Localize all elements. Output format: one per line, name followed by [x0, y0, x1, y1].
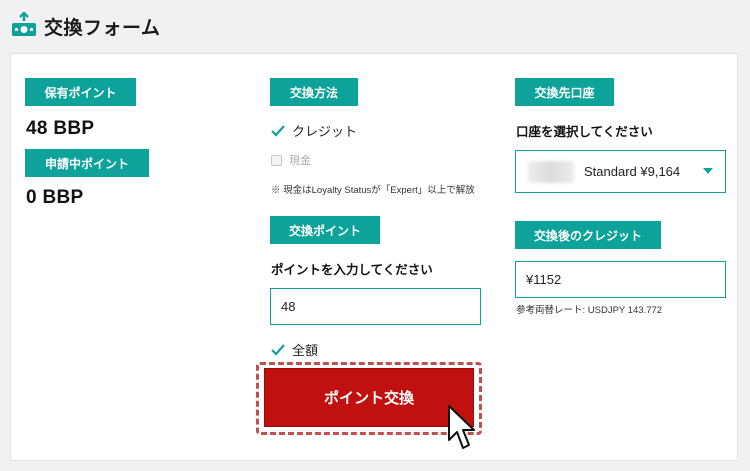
page-header: 交換フォーム: [10, 8, 160, 44]
checkmark-icon: [271, 343, 285, 356]
held-points-badge: 保有ポイント: [25, 78, 136, 106]
all-amount-label: 全額: [292, 344, 319, 359]
point-exchange-button[interactable]: ポイント交換: [264, 368, 474, 427]
credit-after-badge: 交換後のクレジット: [515, 221, 661, 249]
exchange-money-icon: [12, 12, 36, 36]
account-select-value: Standard ¥9,164: [584, 164, 681, 179]
exchange-points-badge: 交換ポイント: [270, 216, 380, 244]
points-input[interactable]: 48: [270, 288, 481, 325]
chevron-down-icon: [703, 168, 713, 174]
account-select-prompt: 口座を選択してください: [516, 124, 653, 139]
mouse-pointer-icon: [448, 405, 475, 449]
redacted-account-name: [528, 160, 574, 183]
cash-checkbox[interactable]: [271, 154, 282, 166]
credit-after-field: ¥1152: [515, 261, 726, 298]
cash-option-label: 現金: [289, 154, 311, 167]
credit-option-label: クレジット: [292, 125, 358, 140]
held-points-value: 48 BBP: [26, 118, 95, 139]
cash-unlock-note: ※ 現金はLoyalty Statusが「Expert」以上で解放: [271, 185, 475, 196]
points-input-prompt: ポイントを入力してください: [271, 262, 433, 277]
account-select[interactable]: Standard ¥9,164: [515, 150, 726, 193]
pending-points-value: 0 BBP: [26, 187, 84, 208]
destination-account-badge: 交換先口座: [515, 78, 614, 106]
exchange-method-badge: 交換方法: [270, 78, 358, 106]
cash-option[interactable]: 現金: [271, 152, 311, 168]
all-amount-option[interactable]: 全額: [271, 340, 318, 359]
checkmark-icon: [271, 124, 285, 137]
credit-option[interactable]: クレジット: [271, 121, 357, 140]
page-title: 交換フォーム: [44, 16, 161, 39]
pending-points-badge: 申請中ポイント: [25, 149, 149, 177]
exchange-rate-note: 参考両替レート: USDJPY 143.772: [516, 305, 663, 316]
